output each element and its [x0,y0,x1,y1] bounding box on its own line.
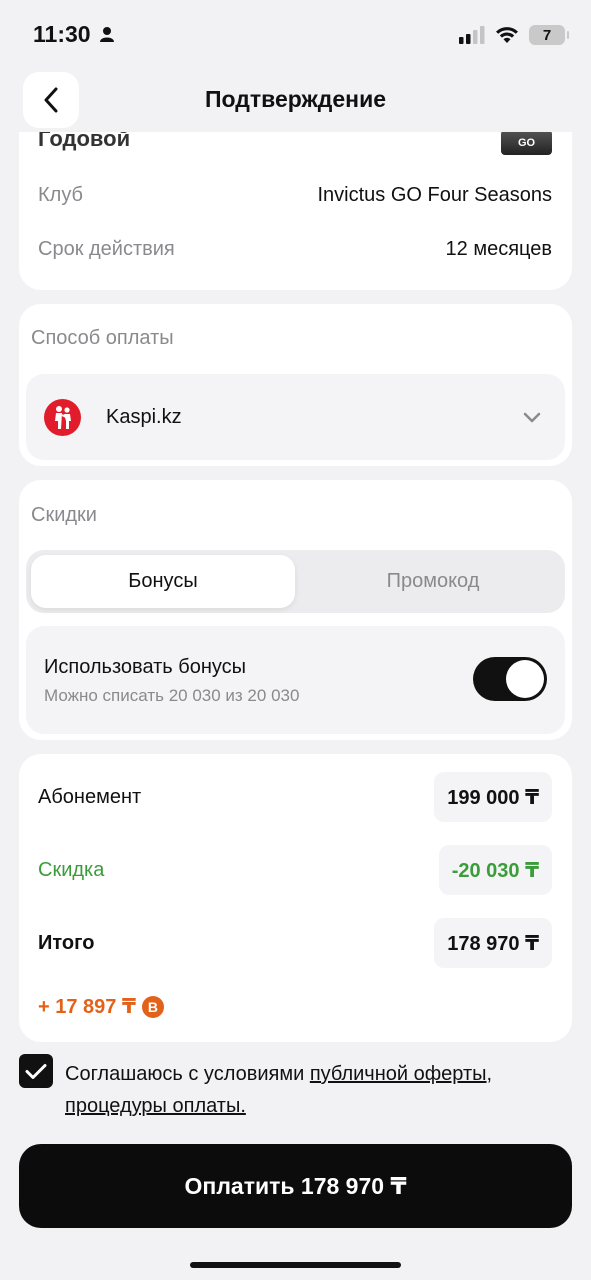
payment-method-name: Kaspi.kz [106,405,182,428]
club-logo-badge: GO [501,130,552,155]
tab-promocode[interactable]: Промокод [301,555,565,608]
club-row: Клуб Invictus GO Four Seasons [38,184,552,207]
toggle-knob [506,660,544,698]
use-bonuses-label: Использовать бонусы [44,656,247,678]
cellular-signal-icon [459,26,485,44]
bonus-available-text: Можно списать 20 030 из 20 030 [44,686,300,705]
agreement-prefix: Соглашаюсь с условиями [65,1063,310,1085]
status-time: 11:30 [33,21,115,48]
checkmark-icon [25,1063,47,1079]
status-icons: 7 [459,25,569,45]
person-icon [99,26,114,42]
wifi-icon [496,27,518,43]
battery-level: 7 [542,26,552,44]
total-label: Итого [38,931,95,954]
total-row: Итого 178 970 ₸ [38,918,552,968]
payment-section-label: Способ оплаты [31,327,174,349]
use-bonuses-toggle[interactable] [473,657,547,701]
clock: 11:30 [33,20,91,47]
subscription-price-row: Абонемент 199 000 ₸ [38,772,552,822]
payment-procedure-link[interactable]: процедуры оплаты. [65,1095,246,1117]
discounts-section-label: Скидки [31,504,97,526]
discount-label: Скидка [38,858,105,881]
payment-method-select[interactable]: Kaspi.kz [26,374,565,460]
term-value: 12 месяцев [445,238,552,260]
subscription-price-value: 199 000 ₸ [434,772,552,822]
agreement-text: Соглашаюсь с условиями публичной оферты,… [65,1058,570,1122]
status-bar: 11:30 7 [0,0,591,70]
chevron-down-icon [523,412,541,422]
total-value: 178 970 ₸ [434,918,552,968]
agreement-checkbox[interactable] [19,1054,53,1088]
subscription-price-label: Абонемент [38,785,142,808]
page-title: Подтверждение [204,86,387,112]
home-indicator [190,1262,401,1268]
payment-method-card: Способ оплаты Kaspi.kz [19,304,572,466]
club-value: Invictus GO Four Seasons [317,184,552,206]
pay-button[interactable]: Оплатить 178 970 ₸ [19,1144,572,1228]
discount-type-tabs: Бонусы Промокод [26,550,565,613]
bonus-coin-icon: B [141,995,164,1018]
tab-bonuses[interactable]: Бонусы [31,555,295,608]
header: Подтверждение [0,70,591,132]
bonus-panel: Использовать бонусы Можно списать 20 030… [26,626,565,734]
discounts-card: Скидки Бонусы Промокод Использовать бону… [19,480,572,740]
club-label: Клуб [38,184,83,206]
battery-icon: 7 [529,25,569,45]
public-offer-link[interactable]: публичной оферты [310,1063,487,1085]
cashback-amount: + 17 897 ₸ B [38,994,164,1019]
order-summary-card: Абонемент 199 000 ₸ Скидка -20 030 ₸ Ито… [19,754,572,1042]
discount-row: Скидка -20 030 ₸ [38,845,552,895]
cashback-value: + 17 897 ₸ [38,996,136,1018]
agreement-separator: , [486,1063,493,1085]
kaspi-logo-icon [44,398,81,436]
term-label: Срок действия [38,238,175,260]
discount-value: -20 030 ₸ [438,845,552,895]
term-row: Срок действия 12 месяцев [38,238,552,261]
